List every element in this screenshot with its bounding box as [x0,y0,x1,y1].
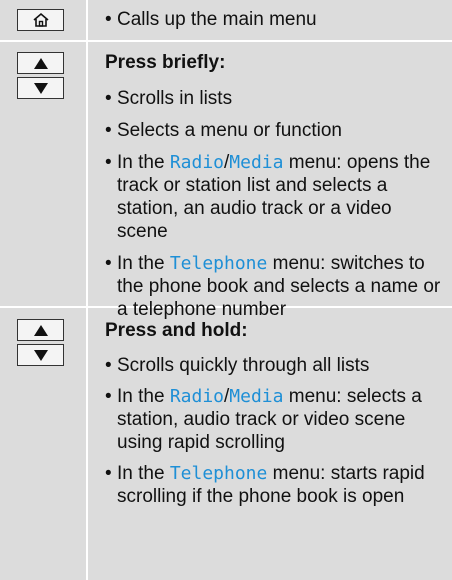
description-cell: Calls up the main menu [88,0,452,40]
row-press-and-hold: Press and hold: Scrolls quickly through … [0,308,452,580]
item-text: In the [117,463,170,484]
item-text: Scrolls in lists [117,88,233,109]
arrow-down-icon [33,82,48,94]
arrow-up-icon [33,57,48,69]
item-text: In the [117,386,170,407]
bullet-list: Scrolls in lists Selects a menu or funct… [105,87,444,321]
menu-name-radio: Radio [169,386,225,407]
section-heading: Press briefly: [105,52,226,73]
home-key [17,9,64,31]
list-item: In the Radio/Media menu: selects a stati… [105,385,444,454]
bullet-list: Scrolls quickly through all lists In the… [105,354,444,508]
arrow-up-key [17,319,64,341]
arrow-down-key [17,344,64,366]
item-text: In the [117,152,170,173]
description-cell: Press and hold: Scrolls quickly through … [88,308,452,580]
list-item: Calls up the main menu [105,8,444,31]
bullet-list: Calls up the main menu [105,8,444,31]
list-item: Scrolls quickly through all lists [105,354,444,377]
key-cell [0,0,86,40]
list-item: In the Telephone menu: switches to the p… [105,252,444,321]
arrow-down-icon [33,349,48,361]
arrow-up-key [17,52,64,74]
row-press-briefly: Press briefly: Scrolls in lists Selects … [0,42,452,320]
home-icon [32,12,49,27]
controls-table: Calls up the main menu Press briefly: Sc… [0,0,452,580]
menu-name-radio: Radio [169,152,225,173]
item-text: Scrolls quickly through all lists [117,355,370,376]
list-item: Selects a menu or function [105,119,444,142]
section-heading: Press and hold: [105,320,248,341]
menu-name-telephone: Telephone [169,253,268,274]
key-cell [0,42,86,306]
item-text: In the [117,253,170,274]
description-cell: Press briefly: Scrolls in lists Selects … [88,42,452,320]
item-text: Selects a menu or function [117,120,342,141]
list-item: Scrolls in lists [105,87,444,110]
menu-name-media: Media [229,152,284,173]
menu-name-media: Media [229,386,284,407]
item-text: Calls up the main menu [117,9,317,30]
list-item: In the Telephone menu: starts rapid scro… [105,462,444,508]
arrow-up-icon [33,324,48,336]
row-home: Calls up the main menu [0,0,452,42]
list-item: In the Radio/Media menu: opens the track… [105,151,444,243]
arrow-down-key [17,77,64,99]
menu-name-telephone: Telephone [169,463,268,484]
key-cell [0,308,86,580]
